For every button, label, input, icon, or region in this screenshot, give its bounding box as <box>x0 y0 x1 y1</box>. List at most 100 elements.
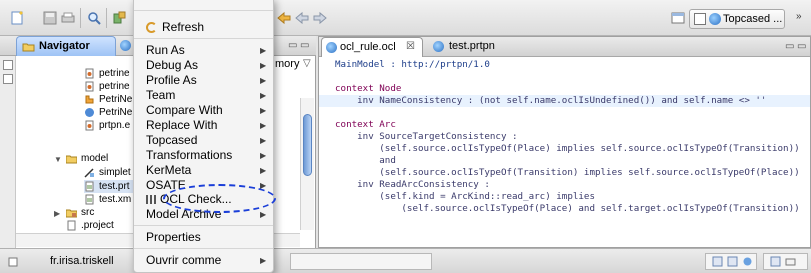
menu-item-profile-as[interactable]: Profile As ▶ <box>134 73 273 88</box>
open-perspective-icon[interactable] <box>670 10 686 26</box>
highlight-annotation <box>163 184 276 213</box>
forward-icon[interactable] <box>312 10 328 26</box>
back-arrow-icon[interactable] <box>276 10 292 26</box>
refresh-icon <box>146 22 157 33</box>
navigator-vertical-scrollbar[interactable] <box>300 98 314 230</box>
perspective-label: Topcased ... <box>723 13 783 25</box>
submenu-arrow-icon: ▶ <box>260 61 267 70</box>
file-icon <box>85 194 94 205</box>
menu-item-label: KerMeta <box>146 163 192 177</box>
menu-item-label: Compare With <box>146 103 223 117</box>
back-icon[interactable] <box>294 10 310 26</box>
expand-twistie-icon[interactable]: ▼ <box>54 155 62 164</box>
view-menu-chevron-icon[interactable]: ▽ <box>303 58 312 69</box>
menu-item-label: Replace With <box>146 118 218 132</box>
ocl-check-icon <box>146 195 156 204</box>
status-field <box>290 253 432 270</box>
trim-icon[interactable] <box>742 256 753 267</box>
trim-icon[interactable] <box>770 256 781 267</box>
menu-separator <box>134 38 273 39</box>
menu-item-ouvrir-comme[interactable]: Ouvrir comme ▶ <box>134 253 273 268</box>
code-line: context Node <box>335 83 402 94</box>
window-icon <box>694 13 706 25</box>
file-icon <box>85 120 94 131</box>
menu-separator <box>134 10 273 11</box>
submenu-arrow-icon: ▶ <box>260 91 267 100</box>
trim-icon[interactable] <box>727 256 738 267</box>
file-icon <box>85 68 94 79</box>
menu-item-transformations[interactable]: Transformations ▶ <box>134 148 273 163</box>
navigator-side-strip <box>0 56 16 248</box>
menu-item-kermeta[interactable]: KerMeta ▶ <box>134 163 273 178</box>
menu-item-team[interactable]: Team ▶ <box>134 88 273 103</box>
tree-item-label: petrine <box>99 68 130 79</box>
menu-item-label: Properties <box>146 230 201 244</box>
status-message: fr.irisa.triskell <box>50 255 114 267</box>
print-icon[interactable] <box>60 10 76 26</box>
menu-item-replace-with[interactable]: Replace With ▶ <box>134 118 273 133</box>
menu-item-label: Run As <box>146 43 185 57</box>
submenu-arrow-icon: ▶ <box>260 136 267 145</box>
tree-item-label: PetriNe <box>99 107 133 118</box>
code-line: inv ReadArcConsistency : <box>335 179 490 190</box>
submenu-arrow-icon: ▶ <box>260 76 267 85</box>
tab-test-prtpn-label: test.prtpn <box>449 40 495 52</box>
editor-tab-bar: ocl_rule.ocl ☒ test.prtpn ▭ ▭ <box>319 37 810 57</box>
ocl-editor: ocl_rule.ocl ☒ test.prtpn ▭ ▭ MainModel … <box>318 36 811 248</box>
main-toolbar: Topcased ... » <box>0 0 811 36</box>
fast-view-icon[interactable] <box>8 256 19 267</box>
save-icon[interactable] <box>42 10 58 26</box>
submenu-arrow-icon: ▶ <box>260 210 267 219</box>
maximize-icon[interactable]: ▭ <box>797 41 807 52</box>
tree-item-label: prtpn.e <box>99 120 131 131</box>
close-tab-icon[interactable]: ☒ <box>406 38 415 56</box>
menu-separator <box>134 248 273 249</box>
toolbar-separator <box>80 8 81 28</box>
tree-item-label: simplet <box>99 167 131 178</box>
tab-test-prtpn[interactable]: test.prtpn <box>429 37 495 57</box>
minimize-icon[interactable]: ▭ <box>785 41 795 52</box>
collapsed-twistie-icon[interactable]: ▶ <box>54 209 60 218</box>
tree-item-label: test.xm <box>99 194 132 205</box>
menu-item-compare-with[interactable]: Compare With ▶ <box>134 103 273 118</box>
code-line: (self.source.oclIsTypeOf(Place) and self… <box>335 203 800 214</box>
minimize-icon[interactable]: ▭ <box>288 40 298 51</box>
submenu-arrow-icon: ▶ <box>260 151 267 160</box>
menu-item-label: Profile As <box>146 73 197 87</box>
tree-item-label: test.prt <box>99 181 130 192</box>
code-line-current: inv NameConsistency : (not self.name.ocl… <box>319 95 810 107</box>
tree-item-selected[interactable]: test.prt <box>84 180 136 193</box>
tools-icon[interactable] <box>112 10 128 26</box>
topcased-perspective-button[interactable]: Topcased ... <box>689 9 785 29</box>
menu-item-refresh[interactable]: Refresh <box>134 20 273 35</box>
submenu-arrow-icon: ▶ <box>260 46 267 55</box>
link-editor-icon[interactable] <box>3 74 13 84</box>
more-perspectives-chevron-icon[interactable]: » <box>796 11 802 22</box>
collapse-all-icon[interactable] <box>3 60 13 70</box>
new-wizard-icon[interactable] <box>10 10 26 26</box>
folder-icon <box>66 155 77 164</box>
trim-icon[interactable] <box>785 256 796 267</box>
menu-item-debug-as[interactable]: Debug As ▶ <box>134 58 273 73</box>
code-area[interactable]: MainModel : http://prtpn/1.0 context Nod… <box>319 57 810 247</box>
search-icon[interactable] <box>86 10 102 26</box>
code-line: (self.source.oclIsTypeOf(Place) implies … <box>335 143 800 154</box>
tree-item-label: src <box>81 207 95 218</box>
menu-item-properties[interactable]: Properties <box>134 230 273 245</box>
menu-item-label: Ouvrir comme <box>146 253 222 267</box>
submenu-arrow-icon: ▶ <box>260 121 267 130</box>
submenu-arrow-icon: ▶ <box>260 106 267 115</box>
navigator-icon <box>22 43 35 52</box>
tab-navigator[interactable]: Navigator <box>16 36 116 56</box>
tab-ocl-rule[interactable]: ocl_rule.ocl ☒ <box>321 37 423 57</box>
maximize-icon[interactable]: ▭ <box>300 40 310 51</box>
menu-item-run-as[interactable]: Run As ▶ <box>134 43 273 58</box>
status-bar: fr.irisa.triskell <box>0 248 811 273</box>
menu-item-topcased[interactable]: Topcased ▶ <box>134 133 273 148</box>
scrollbar-thumb[interactable] <box>303 114 312 176</box>
menu-separator <box>134 225 273 226</box>
code-line: context Arc <box>335 119 396 130</box>
tree-item-label: model <box>81 153 109 164</box>
trim-icon[interactable] <box>712 256 723 267</box>
menu-item-label: Topcased <box>146 133 198 147</box>
